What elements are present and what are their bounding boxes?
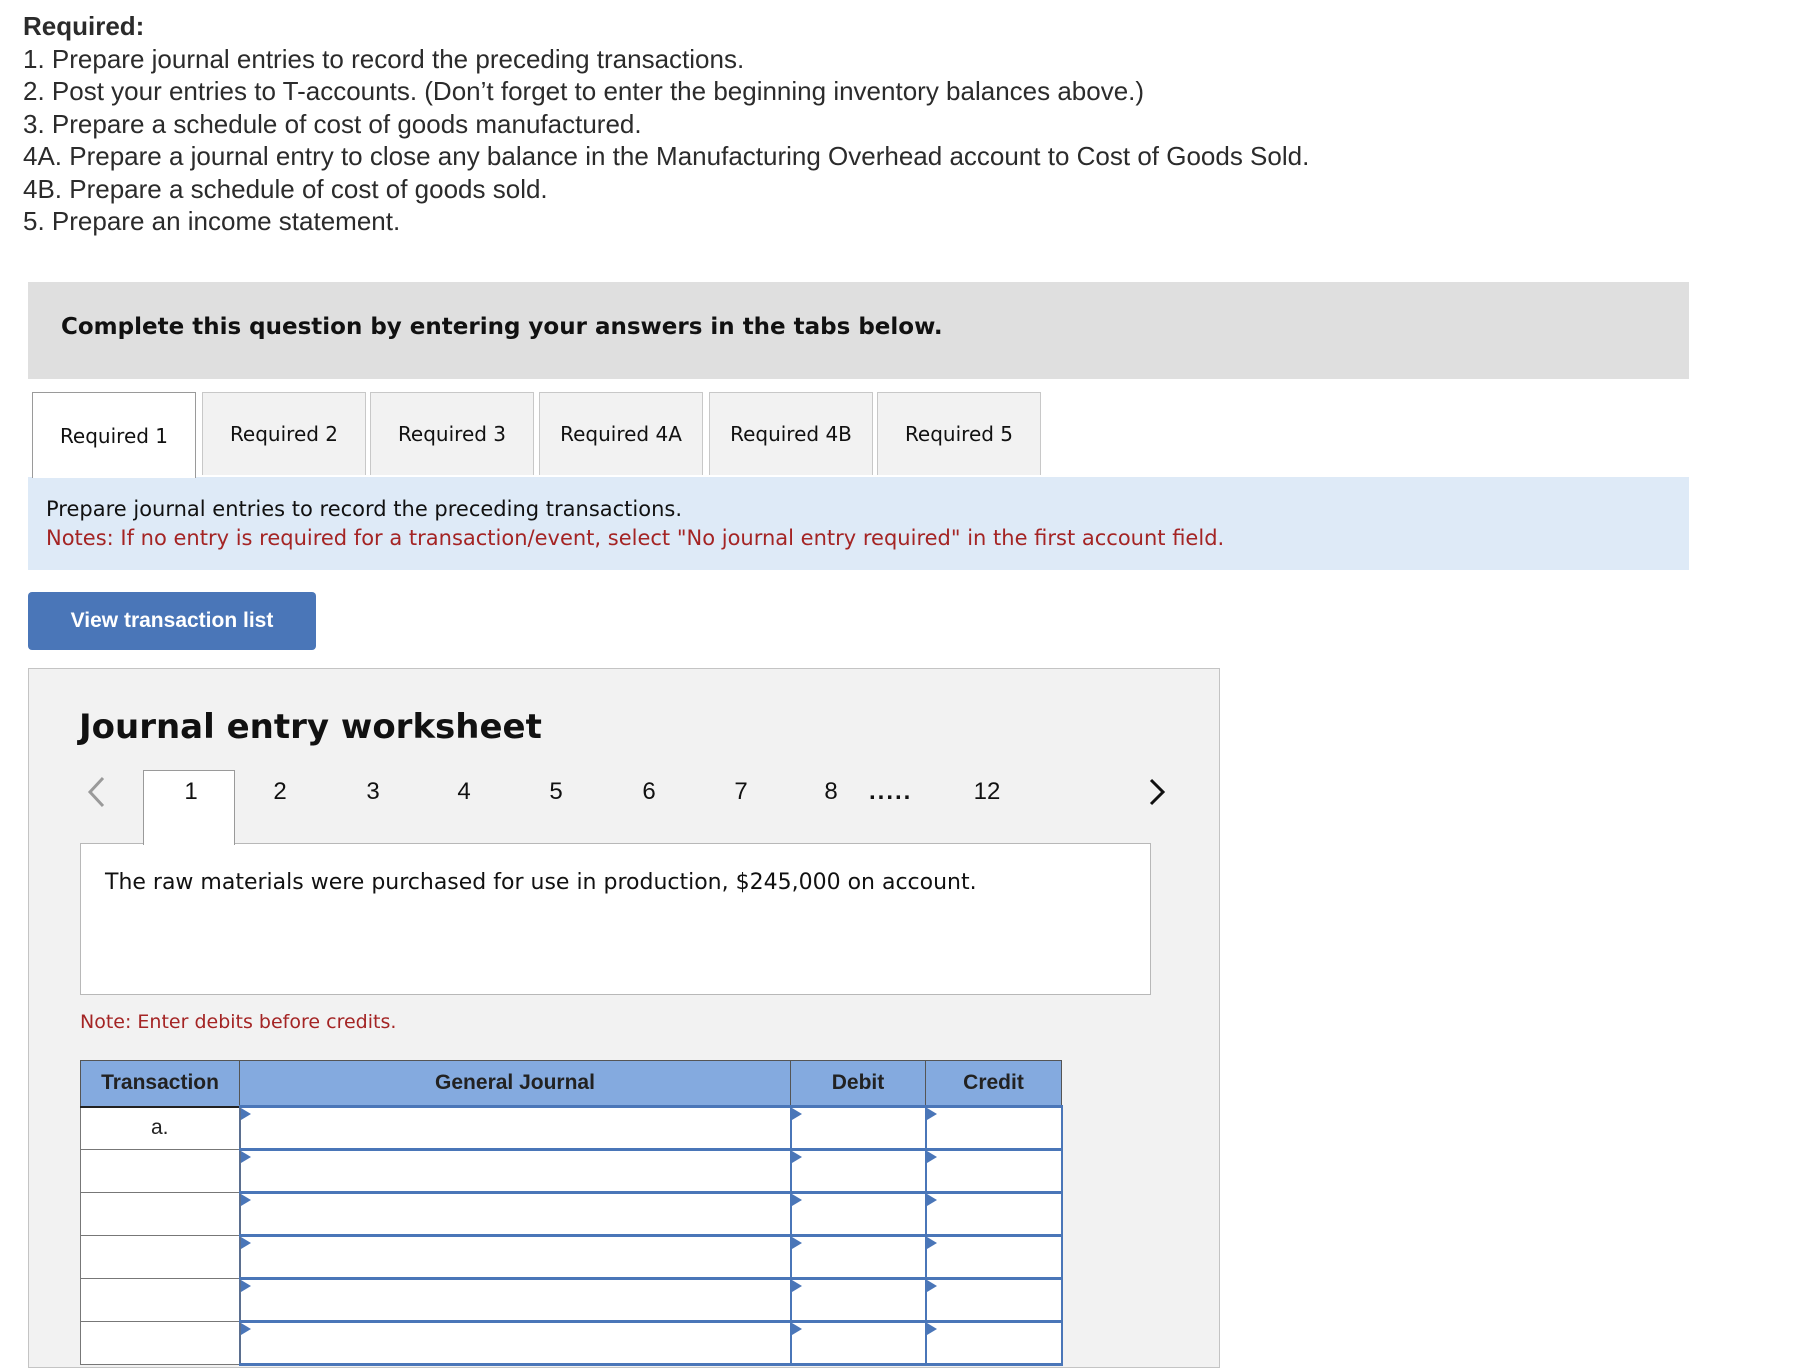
- debit-input[interactable]: [789, 1277, 927, 1323]
- credit-input[interactable]: [924, 1277, 1063, 1323]
- credit-input[interactable]: [924, 1105, 1063, 1151]
- page-3[interactable]: 3: [343, 770, 403, 845]
- tab-required-4b[interactable]: Required 4B: [709, 392, 873, 475]
- required-item: 4B. Prepare a schedule of cost of goods …: [23, 173, 548, 204]
- debit-input[interactable]: [789, 1320, 927, 1366]
- credit-input[interactable]: [924, 1148, 1063, 1194]
- tab-required-4a[interactable]: Required 4A: [539, 392, 703, 475]
- required-item: 4A. Prepare a journal entry to close any…: [23, 141, 1310, 171]
- table-row: a.: [80, 1105, 1063, 1151]
- transaction-cell: [80, 1192, 240, 1236]
- instructions-text: Complete this question by entering your …: [61, 314, 943, 340]
- credit-input[interactable]: [924, 1234, 1063, 1280]
- page-8[interactable]: 8: [801, 770, 861, 845]
- header-transaction: Transaction: [80, 1060, 240, 1108]
- panel-note: Notes: If no entry is required for a tra…: [46, 526, 1225, 550]
- transaction-cell: [80, 1278, 240, 1322]
- page-6[interactable]: 6: [619, 770, 679, 845]
- account-select[interactable]: [238, 1191, 792, 1237]
- panel-prompt: Prepare journal entries to record the pr…: [46, 497, 683, 521]
- table-row: [80, 1320, 1063, 1366]
- instructions-banner: Complete this question by entering your …: [28, 282, 1689, 379]
- table-row: [80, 1234, 1063, 1280]
- required-item: 5. Prepare an income statement.: [23, 206, 401, 236]
- header-debit: Debit: [790, 1060, 926, 1108]
- tab-required-5[interactable]: Required 5: [877, 392, 1041, 475]
- required-title: Required:: [23, 11, 145, 41]
- journal-table: Transaction General Journal Debit Credit…: [80, 1060, 1063, 1366]
- page-5[interactable]: 5: [526, 770, 586, 845]
- debit-input[interactable]: [789, 1148, 927, 1194]
- tab-required-2[interactable]: Required 2: [202, 392, 366, 475]
- debit-input[interactable]: [789, 1105, 927, 1151]
- worksheet-title: Journal entry worksheet: [79, 707, 542, 747]
- account-select[interactable]: [238, 1320, 792, 1366]
- chevron-left-icon[interactable]: [85, 774, 107, 810]
- page-2[interactable]: 2: [250, 770, 310, 845]
- table-row: [80, 1148, 1063, 1194]
- required-item: 3. Prepare a schedule of cost of goods m…: [23, 108, 642, 139]
- tab-bar: Required 1 Required 2 Required 3 Require…: [28, 392, 1689, 479]
- header-credit: Credit: [925, 1060, 1062, 1108]
- tab-required-1[interactable]: Required 1: [32, 392, 196, 478]
- page-7[interactable]: 7: [711, 770, 771, 845]
- account-select[interactable]: [238, 1234, 792, 1280]
- page-4[interactable]: 4: [434, 770, 494, 845]
- page-ellipsis: .....: [869, 778, 913, 805]
- transaction-description-text: The raw materials were purchased for use…: [105, 870, 977, 895]
- required-item: 2. Post your entries to T-accounts. (Don…: [23, 76, 1145, 106]
- page-1[interactable]: 1: [161, 770, 221, 845]
- chevron-right-icon[interactable]: [1146, 774, 1168, 810]
- table-header-row: Transaction General Journal Debit Credit: [80, 1060, 1062, 1108]
- account-select[interactable]: [238, 1148, 792, 1194]
- debit-input[interactable]: [789, 1191, 927, 1237]
- credit-input[interactable]: [924, 1320, 1063, 1366]
- journal-entry-worksheet: Journal entry worksheet 1 2 3 4 5 6 7 8 …: [28, 668, 1220, 1368]
- debit-input[interactable]: [789, 1234, 927, 1280]
- table-row: [80, 1191, 1063, 1237]
- debit-credit-note: Note: Enter debits before credits.: [80, 1011, 397, 1033]
- transaction-cell: [80, 1235, 240, 1279]
- instruction-panel: Prepare journal entries to record the pr…: [28, 477, 1689, 570]
- view-transaction-list-button[interactable]: View transaction list: [28, 592, 316, 650]
- required-item: 1. Prepare journal entries to record the…: [23, 43, 745, 74]
- required-list: Required: 1. Prepare journal entries to …: [23, 10, 1309, 238]
- transaction-cell: [80, 1321, 240, 1365]
- transaction-cell: [80, 1149, 240, 1193]
- transaction-cell: a.: [80, 1106, 240, 1150]
- table-row: [80, 1277, 1063, 1323]
- account-select[interactable]: [238, 1277, 792, 1323]
- transaction-description: The raw materials were purchased for use…: [80, 843, 1151, 995]
- header-general-journal: General Journal: [239, 1060, 791, 1108]
- page-12[interactable]: 12: [957, 770, 1017, 845]
- credit-input[interactable]: [924, 1191, 1063, 1237]
- tab-required-3[interactable]: Required 3: [370, 392, 534, 475]
- account-select[interactable]: [238, 1105, 792, 1151]
